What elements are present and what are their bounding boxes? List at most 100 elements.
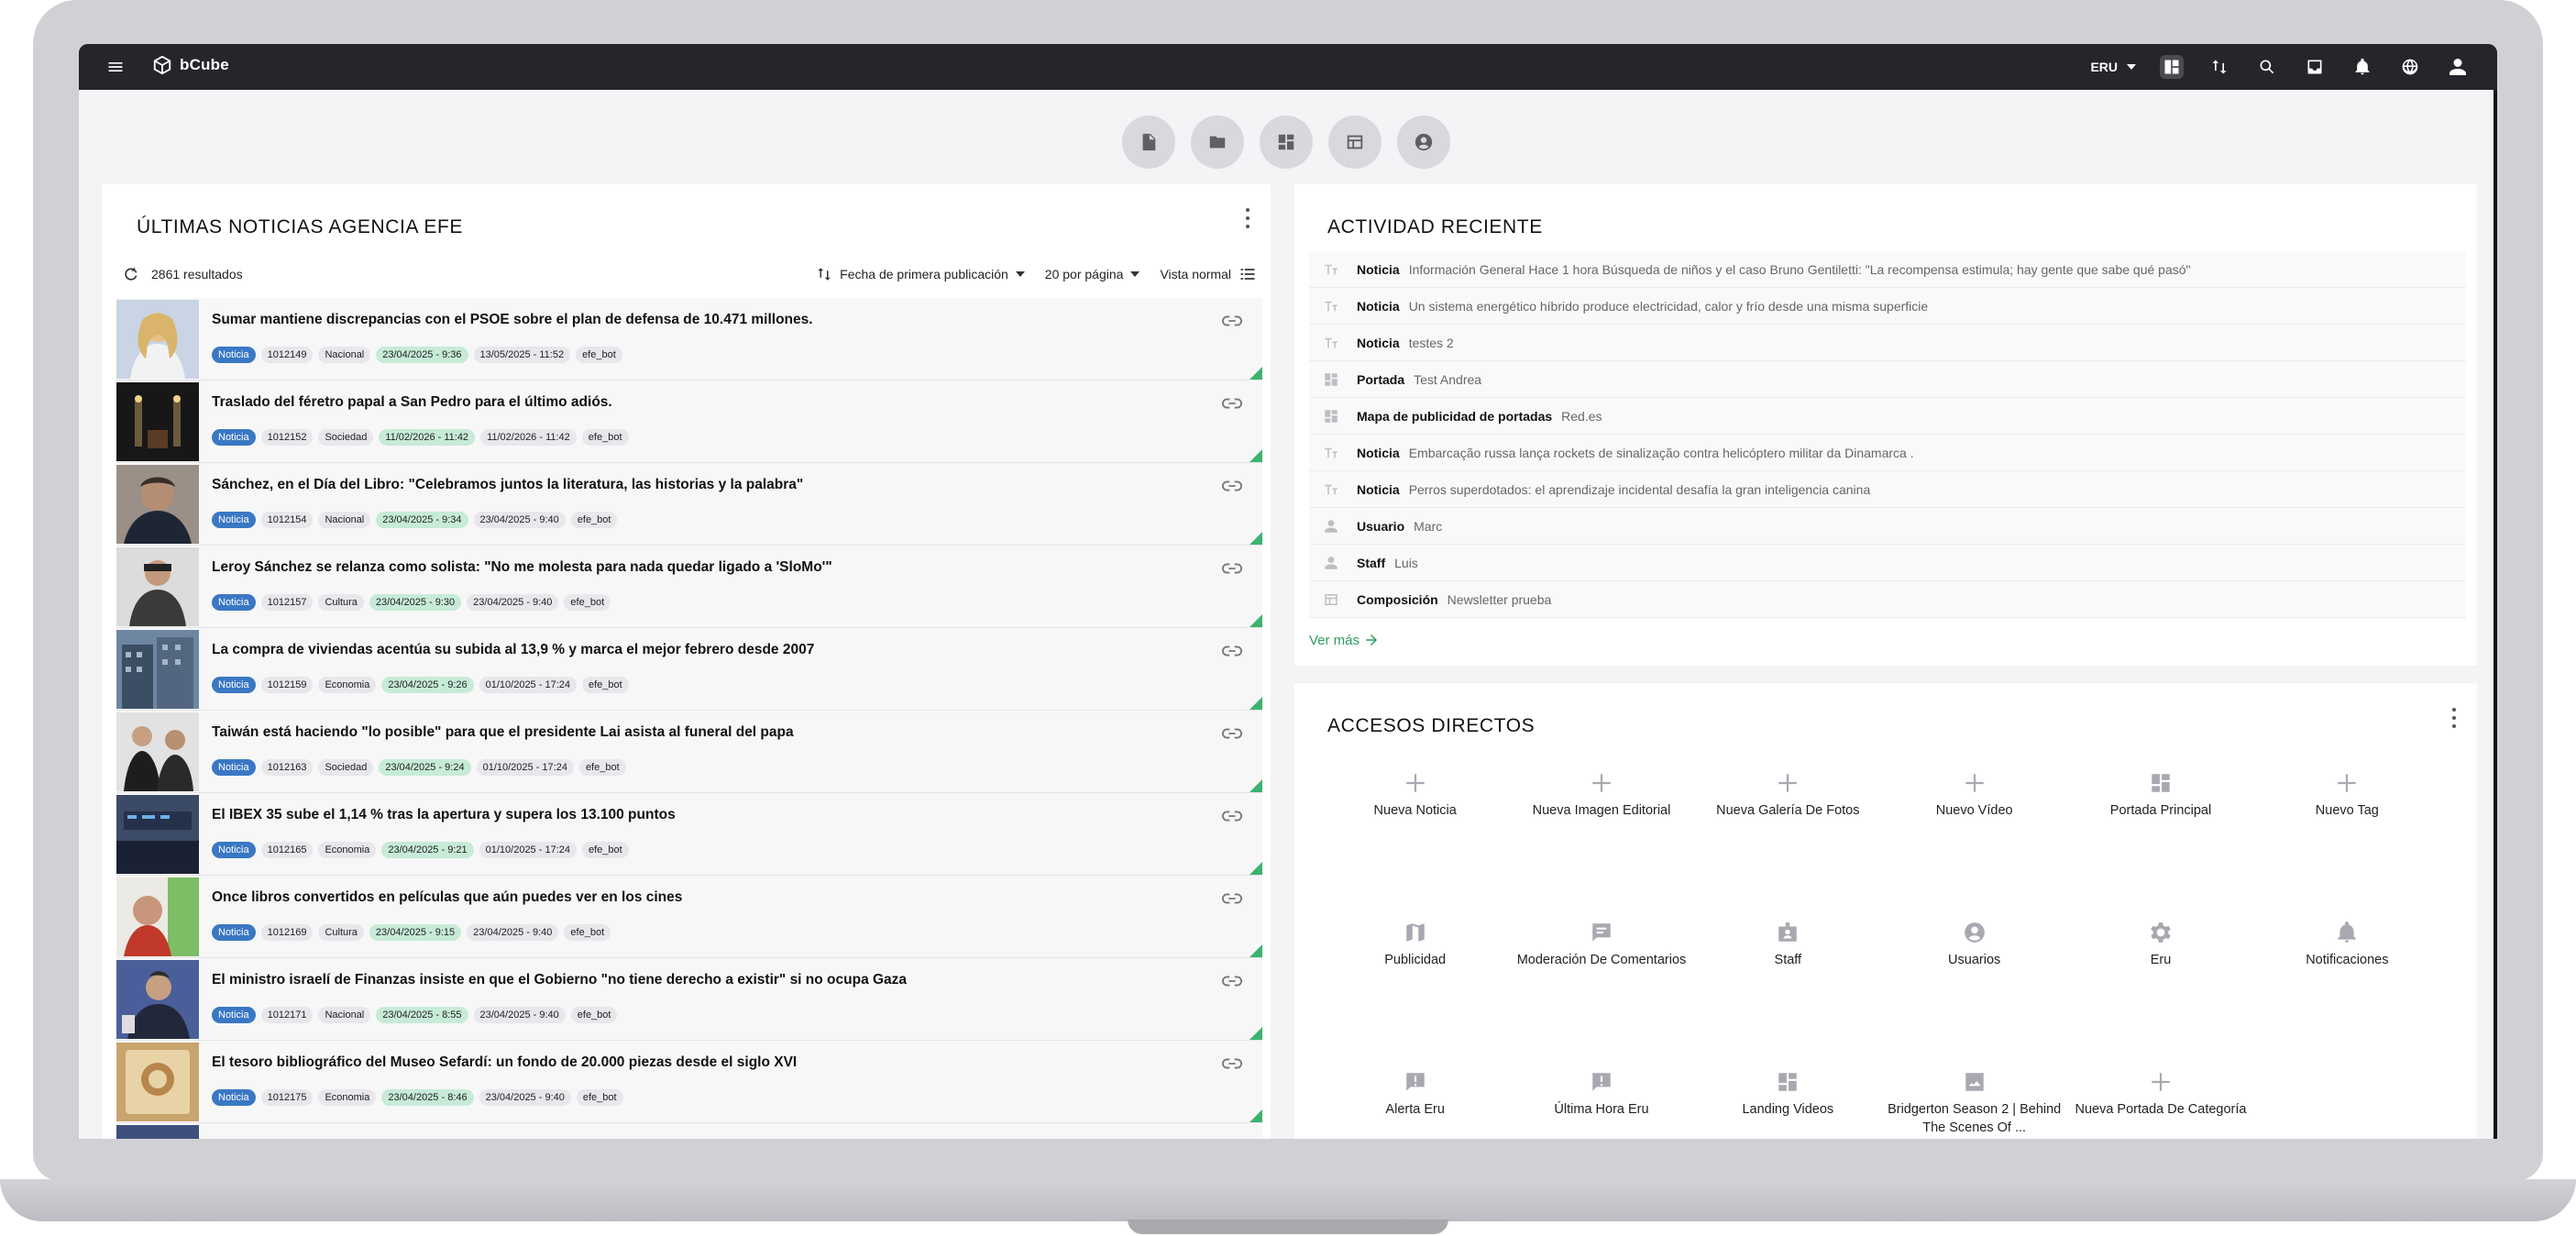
link-icon[interactable]	[1222, 480, 1242, 492]
shortcut-item[interactable]: Nueva Imagen Editorial	[1508, 770, 1694, 866]
activity-row[interactable]: Usuario Marc	[1309, 508, 2466, 545]
news-title[interactable]: El IBEX 35 sube el 1,14 % tras la apertu…	[212, 807, 676, 823]
globe-icon[interactable]	[2398, 55, 2422, 79]
shortcut-item[interactable]: Nueva Noticia	[1322, 770, 1508, 866]
news-item[interactable]: El tesoro bibliográfico del Museo Sefard…	[116, 1041, 1262, 1123]
link-icon[interactable]	[1222, 727, 1242, 740]
shortcut-item[interactable]: Usuarios	[1881, 920, 2067, 1016]
news-title[interactable]: Taiwán está haciendo "lo posible" para q…	[212, 724, 794, 741]
link-icon[interactable]	[1222, 315, 1242, 327]
activity-row[interactable]: Noticia Información General Hace 1 hora …	[1309, 251, 2466, 288]
first-publish-date-badge: 11/02/2026 - 11:42	[379, 429, 476, 446]
news-title[interactable]: Leroy Sánchez se relanza como solista: "…	[212, 559, 832, 576]
shortcut-item[interactable]: Staff	[1695, 920, 1881, 1016]
news-item[interactable]: El ministro israelí de Finanzas insiste …	[116, 958, 1262, 1041]
news-panel: ÚLTIMAS NOTICIAS AGENCIA EFE 2861 result…	[102, 184, 1271, 1139]
shortcut-item[interactable]: Bridgerton Season 2 | Behind The Scenes …	[1881, 1069, 2067, 1139]
shortcut-item[interactable]: Publicidad	[1322, 920, 1508, 1016]
sort-icon[interactable]	[2207, 55, 2231, 79]
shortcuts-more-icon[interactable]	[2451, 708, 2457, 728]
update-date-badge: 23/04/2025 - 9:40	[467, 924, 559, 941]
news-title[interactable]: Sánchez, en el Día del Libro: "Celebramo…	[212, 477, 803, 493]
search-icon[interactable]	[2255, 55, 2279, 79]
shortcut-item[interactable]: Nuevo Tag	[2254, 770, 2440, 866]
activity-row[interactable]: Noticia testes 2	[1309, 325, 2466, 361]
activity-description: Luis	[1394, 555, 1418, 570]
activity-kind: Mapa de publicidad de portadas	[1357, 408, 1553, 424]
shortcut-item[interactable]: Eru	[2067, 920, 2253, 1016]
author-badge: efe_bot	[570, 512, 618, 528]
shortcut-item[interactable]: Moderación De Comentarios	[1508, 920, 1694, 1016]
link-icon[interactable]	[1222, 975, 1242, 988]
inbox-icon[interactable]	[2303, 55, 2327, 79]
shortcut-item[interactable]: Landing Videos	[1695, 1069, 1881, 1139]
quick-dashboard-button[interactable]	[1260, 116, 1313, 169]
refresh-icon[interactable]	[122, 265, 140, 283]
brand-logo[interactable]: bCube	[152, 55, 229, 75]
news-item[interactable]: Once libros convertidos en películas que…	[116, 876, 1262, 958]
news-item[interactable]: Leroy Sánchez se relanza como solista: "…	[116, 546, 1262, 628]
shortcut-item[interactable]: Notificaciones	[2254, 920, 2440, 1016]
dashboard-icon	[2148, 770, 2174, 796]
news-title[interactable]: Once libros convertidos en películas que…	[212, 889, 682, 906]
news-title[interactable]: El tesoro bibliográfico del Museo Sefard…	[212, 1054, 797, 1071]
author-badge: efe_bot	[578, 759, 626, 776]
menu-icon[interactable]	[106, 58, 125, 76]
news-item[interactable]: Sumar mantiene discrepancias con el PSOE…	[116, 298, 1262, 381]
news-title[interactable]: Traslado del féretro papal a San Pedro p…	[212, 394, 612, 411]
shortcut-item[interactable]: Nueva Galería De Fotos	[1695, 770, 1881, 866]
per-page-selector[interactable]: 20 por página	[1045, 267, 1140, 281]
brand-name: bCube	[180, 56, 229, 73]
sort-selector[interactable]: Fecha de primera publicación	[816, 266, 1025, 282]
type-badge: Noticia	[212, 677, 256, 693]
news-item[interactable]: Taiwán está haciendo "lo posible" para q…	[116, 711, 1262, 793]
shortcut-item[interactable]: Nueva Portada De Categoría	[2067, 1069, 2253, 1139]
account-icon[interactable]	[2446, 55, 2470, 79]
activity-kind: Noticia	[1357, 335, 1400, 350]
news-title[interactable]: La compra de viviendas acentúa su subida…	[212, 642, 814, 658]
news-item[interactable]: El IBEX 35 sube el 1,14 % tras la apertu…	[116, 793, 1262, 876]
link-icon[interactable]	[1222, 562, 1242, 575]
layout-icon[interactable]	[2160, 55, 2184, 79]
activity-row[interactable]: Staff Luis	[1309, 545, 2466, 581]
link-icon[interactable]	[1222, 810, 1242, 822]
news-item[interactable]: Sánchez, en el Día del Libro: "Celebramo…	[116, 463, 1262, 546]
news-item[interactable]: La compra de viviendas acentúa su subida…	[116, 628, 1262, 711]
shortcut-item[interactable]: Portada Principal	[2067, 770, 2253, 866]
shortcut-label: Notificaciones	[2306, 953, 2389, 967]
shortcut-item[interactable]: Alerta Eru	[1322, 1069, 1508, 1139]
site-selector[interactable]: ERU	[2090, 60, 2136, 74]
link-icon[interactable]	[1222, 645, 1242, 657]
arrow-right-icon	[1366, 635, 1378, 646]
activity-row[interactable]: Noticia Un sistema energético híbrido pr…	[1309, 288, 2466, 325]
activity-row[interactable]: Noticia Perros superdotados: el aprendiz…	[1309, 471, 2466, 508]
quick-table-button[interactable]	[1328, 116, 1382, 169]
news-item[interactable]	[116, 1123, 1262, 1139]
update-date-badge: 13/05/2025 - 11:52	[473, 347, 571, 363]
shortcut-item[interactable]: Última Hora Eru	[1508, 1069, 1694, 1139]
activity-row[interactable]: Noticia Embarcação russa lança rockets d…	[1309, 435, 2466, 471]
view-selector[interactable]: Vista normal	[1160, 265, 1257, 283]
news-more-icon[interactable]	[1245, 208, 1250, 228]
shortcut-item[interactable]: Nuevo Vídeo	[1881, 770, 2067, 866]
quick-user-button[interactable]	[1397, 116, 1450, 169]
shortcut-label: Alerta Eru	[1385, 1102, 1445, 1117]
news-item[interactable]: Traslado del féretro papal a San Pedro p…	[116, 381, 1262, 463]
news-title[interactable]: Sumar mantiene discrepancias con el PSOE…	[212, 312, 813, 328]
see-more-link[interactable]: Ver más	[1309, 632, 1380, 648]
activity-row[interactable]: Mapa de publicidad de portadas Red.es	[1309, 398, 2466, 435]
quick-document-button[interactable]	[1122, 116, 1175, 169]
activity-row[interactable]: Portada Test Andrea	[1309, 361, 2466, 398]
link-icon[interactable]	[1222, 892, 1242, 905]
update-date-badge: 23/04/2025 - 9:40	[473, 1007, 566, 1023]
news-title[interactable]: El ministro israelí de Finanzas insiste …	[212, 972, 907, 988]
shortcut-label: Portada Principal	[2109, 803, 2212, 818]
activity-description: Embarcação russa lança rockets de sinali…	[1408, 445, 1914, 460]
activity-row[interactable]: Composición Newsletter prueba	[1309, 581, 2466, 618]
quick-folder-button[interactable]	[1191, 116, 1244, 169]
news-thumbnail	[116, 1125, 199, 1139]
link-icon[interactable]	[1222, 397, 1242, 410]
table-icon	[1322, 590, 1340, 609]
bell-icon[interactable]	[2350, 55, 2374, 79]
link-icon[interactable]	[1222, 1057, 1242, 1070]
